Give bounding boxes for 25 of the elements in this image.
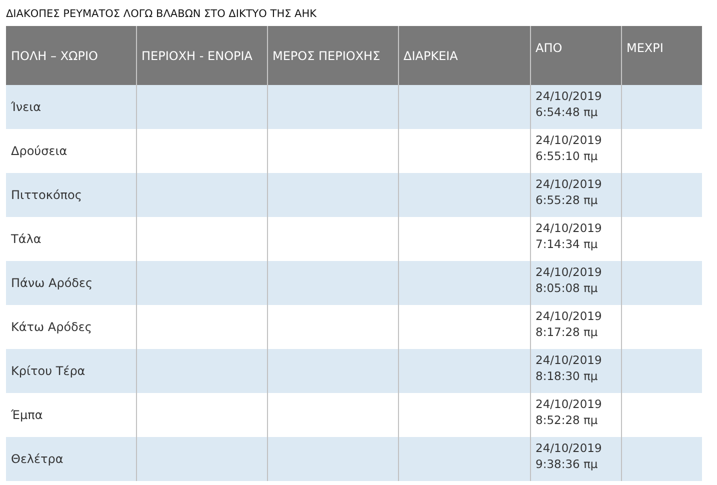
table-cell: Πιττοκόπος <box>6 173 136 217</box>
column-header: ΔΙΑΡΚΕΙΑ <box>398 26 530 85</box>
table-cell: Τάλα <box>6 217 136 261</box>
table-cell: Έμπα <box>6 393 136 437</box>
table-cell: Δρούσεια <box>6 129 136 173</box>
table-cell: 24/10/2019 8:52:28 πμ <box>530 393 621 437</box>
page-title: ΔΙΑΚΟΠΕΣ ΡΕΥΜΑΤΟΣ ΛΟΓΩ ΒΛΑΒΩΝ ΣΤΟ ΔΙΚΤΥΟ ΤΗΣ ΑΗΚ <box>6 7 318 22</box>
table-cell: 24/10/2019 9:38:36 πμ <box>530 437 621 481</box>
table-cell: 24/10/2019 8:05:08 πμ <box>530 261 621 305</box>
table-cell: 24/10/2019 8:17:28 πμ <box>530 305 621 349</box>
table-cell: 24/10/2019 7:14:34 πμ <box>530 217 621 261</box>
table-cell: Κάτω Αρόδες <box>6 305 136 349</box>
column-header: ΜΕΧΡΙ <box>621 26 702 85</box>
table-cell: Κρίτου Τέρα <box>6 349 136 393</box>
table-cell: Ίνεια <box>6 85 136 129</box>
table-cell: 24/10/2019 6:55:28 πμ <box>530 173 621 217</box>
table-cell: Πάνω Αρόδες <box>6 261 136 305</box>
column-header: ΠΕΡΙΟΧΗ - ΕΝΟΡΙΑ <box>136 26 267 85</box>
table-cell: 24/10/2019 6:54:48 πμ <box>530 85 621 129</box>
table-cell: 24/10/2019 8:18:30 πμ <box>530 349 621 393</box>
table-cell: Θελέτρα <box>6 437 136 481</box>
column-header: ΠΟΛΗ – ΧΩΡΙΟ <box>6 26 136 85</box>
table-cell: 24/10/2019 6:55:10 πμ <box>530 129 621 173</box>
column-header: ΑΠΟ <box>530 26 621 85</box>
column-header: ΜΕΡΟΣ ΠΕΡΙΟΧΗΣ <box>267 26 398 85</box>
